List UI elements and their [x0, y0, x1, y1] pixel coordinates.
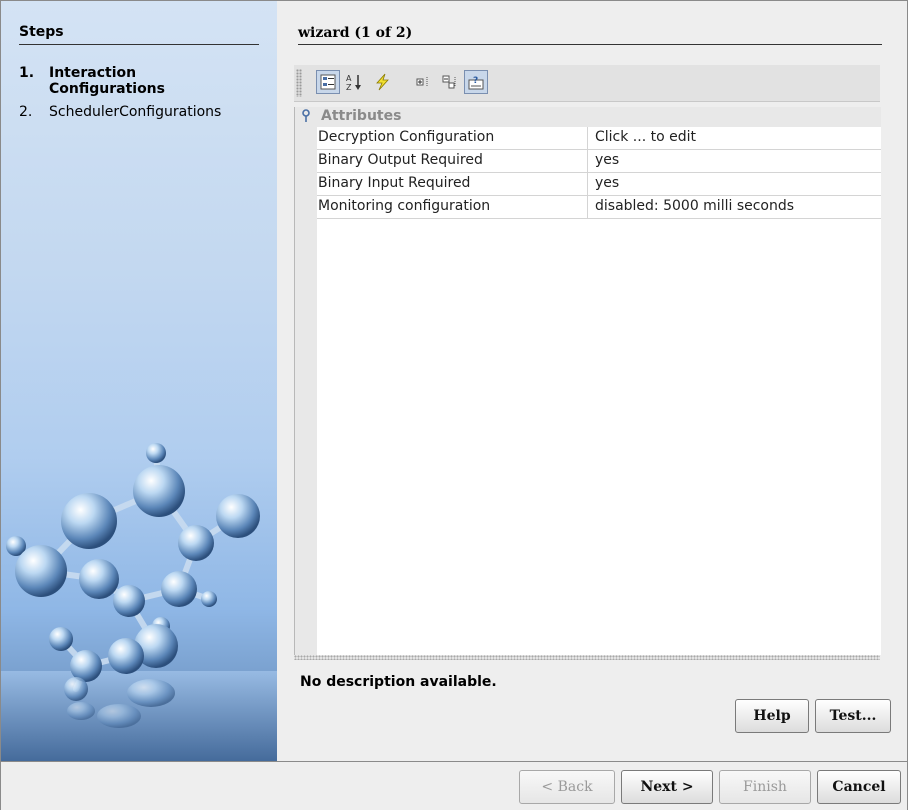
lightning-icon[interactable]: [370, 70, 394, 94]
steps-title: Steps: [19, 24, 259, 45]
step-number: 1.: [19, 65, 35, 81]
property-name: Decryption Configuration: [317, 127, 588, 149]
property-name: Binary Output Required: [317, 150, 588, 172]
wizard-window: Steps 1. Interaction Configurations 2. Sch…: [0, 0, 908, 810]
svg-text:Z: Z: [346, 83, 352, 91]
property-value[interactable]: disabled: 5000 milli seconds: [595, 196, 875, 218]
svg-text:?: ?: [473, 76, 478, 86]
property-value[interactable]: yes: [595, 173, 875, 195]
wizard-nav-bar: < Back Next > Finish Cancel: [1, 761, 907, 810]
step-number: 2.: [19, 104, 33, 120]
property-row-decryption-configuration[interactable]: Decryption Configuration Click ... to ed…: [317, 127, 881, 150]
step-item-interaction-configurations: 1. Interaction Configurations: [19, 65, 169, 97]
property-sheet: Attributes Decryption Configuration Clic…: [294, 107, 881, 655]
expand-all-icon[interactable]: [412, 70, 436, 94]
step-item-scheduler-configurations: 2. SchedulerConfigurations: [19, 104, 221, 120]
property-toolbar: AZ ?: [294, 65, 880, 102]
pin-icon: [301, 109, 311, 126]
wizard-content: wizard (1 of 2) AZ ? Attributes Decrypti…: [278, 1, 907, 761]
steps-panel: Steps 1. Interaction Configurations 2. Sch…: [1, 1, 277, 761]
property-row-monitoring-configuration[interactable]: Monitoring configuration disabled: 5000 …: [317, 196, 881, 219]
molecule-illustration: [1, 443, 277, 761]
wizard-step-title: wizard (1 of 2): [298, 25, 882, 45]
test-button[interactable]: Test...: [815, 699, 891, 733]
property-value[interactable]: yes: [595, 150, 875, 172]
back-button[interactable]: < Back: [519, 770, 615, 804]
property-name: Binary Input Required: [317, 173, 588, 195]
sort-alphabetical-icon[interactable]: AZ: [342, 70, 366, 94]
category-row-attributes[interactable]: Attributes: [295, 107, 881, 127]
next-button[interactable]: Next >: [621, 770, 713, 804]
category-label: Attributes: [321, 108, 402, 124]
step-label: SchedulerConfigurations: [49, 104, 222, 120]
description-splitter[interactable]: [294, 655, 880, 660]
description-text: No description available.: [300, 674, 497, 690]
property-name: Monitoring configuration: [317, 196, 588, 218]
description-toggle-icon[interactable]: ?: [464, 70, 488, 94]
finish-button[interactable]: Finish: [719, 770, 811, 804]
help-button[interactable]: Help: [735, 699, 809, 733]
toolbar-grip[interactable]: [296, 69, 302, 97]
svg-text:A: A: [346, 74, 352, 83]
categorized-view-icon[interactable]: [316, 70, 340, 94]
collapse-all-icon[interactable]: [438, 70, 462, 94]
property-value[interactable]: Click ... to edit: [595, 127, 875, 149]
property-row-binary-input-required[interactable]: Binary Input Required yes: [317, 173, 881, 196]
property-row-binary-output-required[interactable]: Binary Output Required yes: [317, 150, 881, 173]
step-label: Interaction Configurations: [49, 65, 165, 97]
cancel-button[interactable]: Cancel: [817, 770, 901, 804]
property-sheet-gutter: [295, 107, 317, 655]
